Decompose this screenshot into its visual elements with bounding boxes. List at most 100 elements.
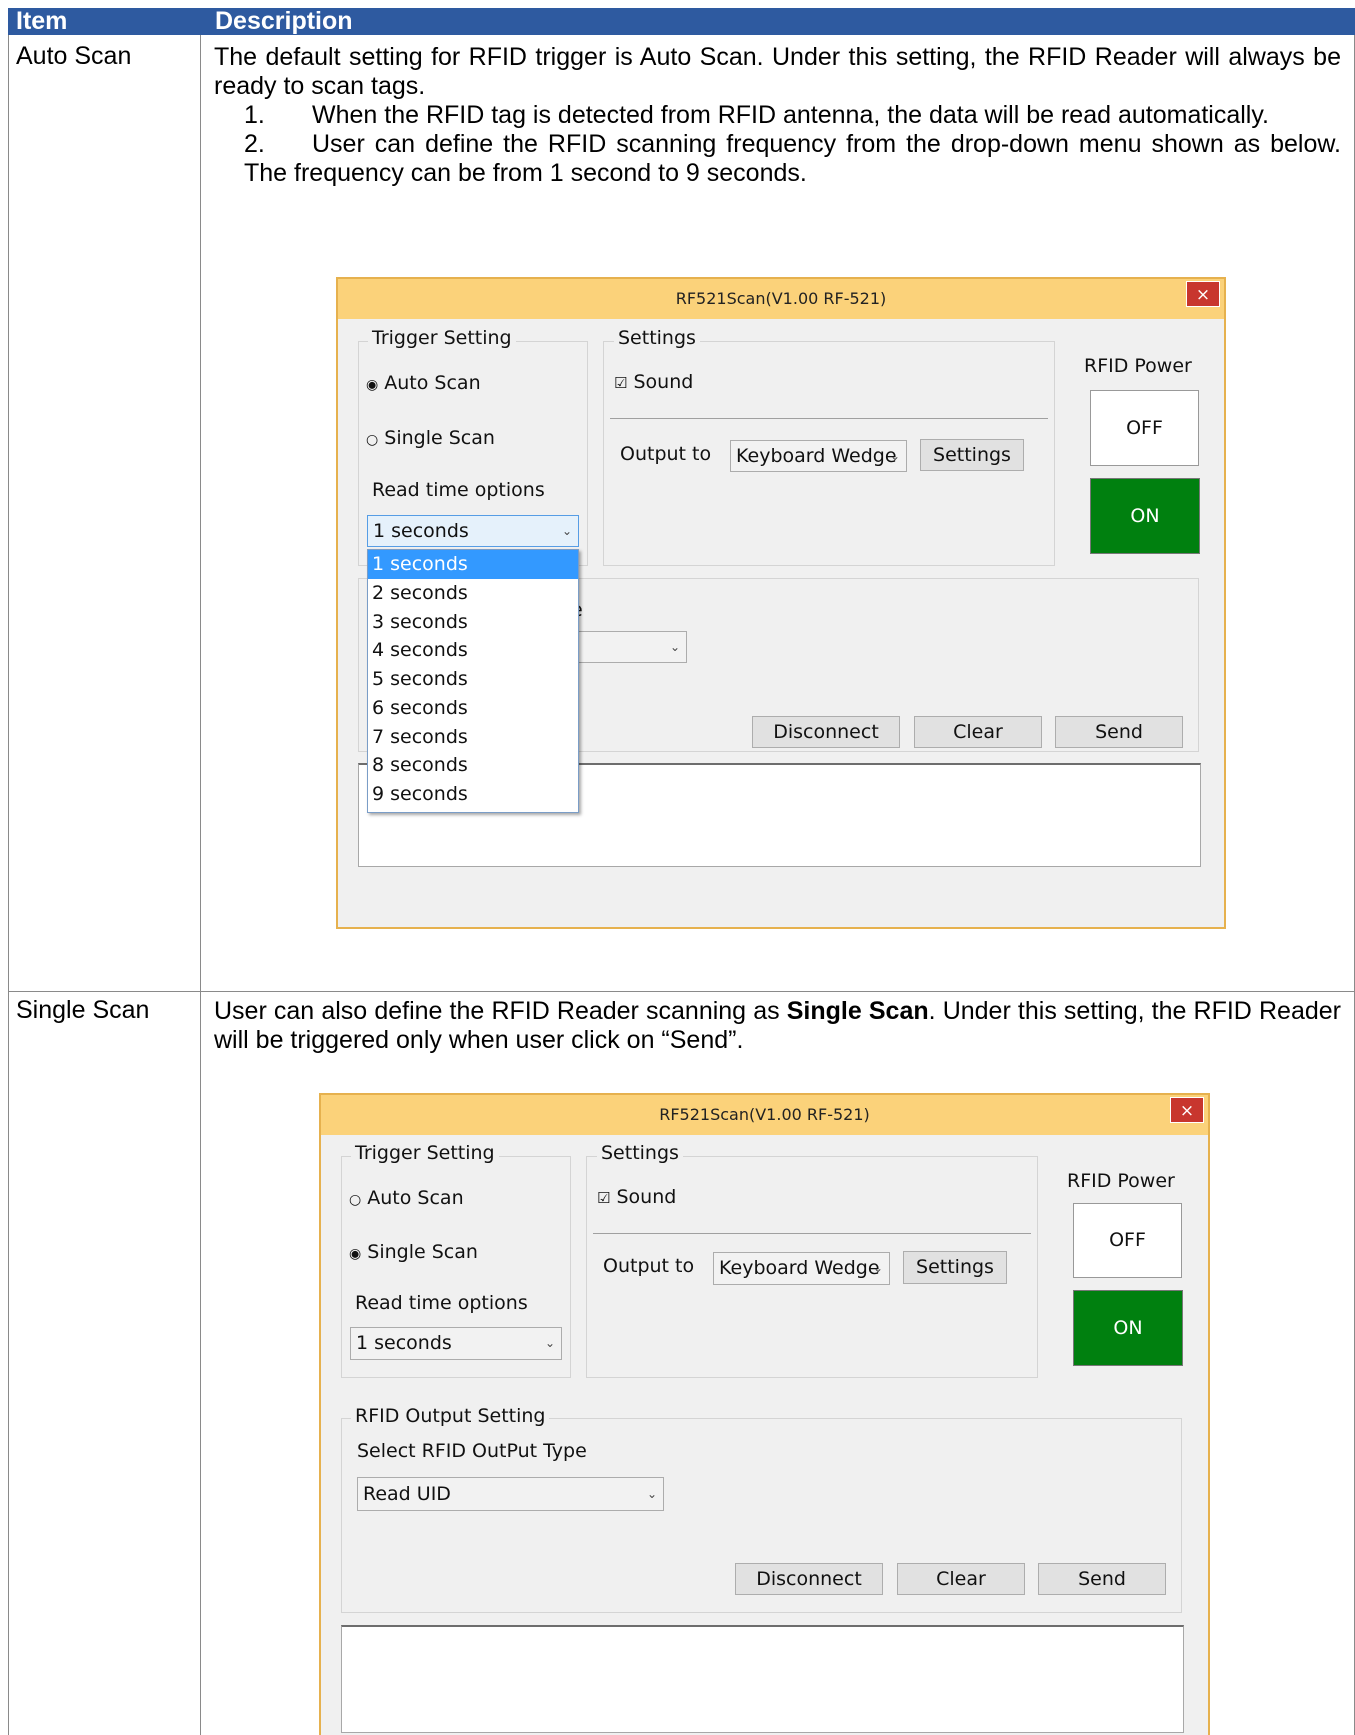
app-window-single-scan: RF521Scan(V1.00 RF-521) × Trigger Settin… [319,1093,1210,1735]
point-number: 2. [244,130,265,158]
sound-checkbox[interactable]: ☑ Sound [614,371,693,393]
header-description: Description [215,7,353,35]
table-row-divider [8,991,1355,992]
chevron-down-icon: ⌄ [646,1487,657,1501]
read-time-select[interactable]: 1 seconds ⌄ [367,515,579,547]
description-paragraph: The default setting for RFID trigger is … [214,43,1341,100]
checkbox-checked-icon: ☑ [614,374,628,392]
intro-text: User can also define the RFID Reader sca… [214,997,787,1025]
settings-button[interactable]: Settings [903,1251,1007,1284]
dropdown-option[interactable]: 9 seconds [368,780,578,809]
sound-label: Sound [633,371,694,393]
power-off-button[interactable]: OFF [1090,390,1199,466]
read-time-value: 1 seconds [356,1332,452,1354]
single-scan-label: Single Scan [384,427,495,449]
output-to-label: Output to [620,443,712,465]
output-to-select[interactable]: Keyboard Wedge ⌄ [730,440,907,472]
close-button[interactable]: × [1170,1097,1204,1123]
chevron-down-icon: ⌄ [544,1336,555,1350]
auto-scan-label: Auto Scan [367,1187,464,1209]
close-button[interactable]: × [1186,281,1220,307]
chevron-down-icon: ⌄ [561,524,572,538]
point-text: User can define the RFID scanning freque… [244,130,1341,187]
window-title: RF521Scan(V1.00 RF-521) [675,289,887,308]
divider [593,1233,1031,1234]
window-title: RF521Scan(V1.00 RF-521) [659,1105,870,1124]
radio-selected-icon: ◉ [366,377,379,393]
dropdown-option[interactable]: 1 seconds [368,550,578,579]
radio-empty-icon: ○ [349,1192,362,1208]
row-description-single-scan: User can also define the RFID Reader sca… [214,997,1341,1055]
title-bar: RF521Scan(V1.00 RF-521) [321,1095,1208,1135]
row-description-auto-scan: The default setting for RFID trigger is … [214,43,1341,188]
chevron-down-icon: ⌄ [889,449,900,463]
single-scan-label: Single Scan [367,1241,478,1263]
clear-button[interactable]: Clear [914,716,1042,748]
row-item-auto-scan: Auto Scan [16,42,132,70]
settings-button[interactable]: Settings [920,439,1024,471]
rfid-power-label: RFID Power [1067,1170,1175,1192]
output-type-label: Select RFID OutPut Type [357,1440,587,1462]
chevron-down-icon: ⌄ [669,640,680,654]
output-type-select[interactable]: Read UID ⌄ [357,1477,664,1511]
table-column-divider [200,35,201,1735]
output-to-value: Keyboard Wedge [719,1257,880,1279]
single-scan-radio[interactable]: ◉ Single Scan [349,1241,478,1263]
checkbox-checked-icon: ☑ [597,1189,611,1207]
output-to-select[interactable]: Keyboard Wedge ⌄ [713,1252,890,1285]
send-button[interactable]: Send [1038,1563,1166,1595]
trigger-setting-label: Trigger Setting [368,327,516,349]
settings-label: Settings [614,327,700,349]
read-time-dropdown-list[interactable]: 1 seconds 2 seconds 3 seconds 4 seconds … [367,549,579,813]
power-on-button[interactable]: ON [1090,478,1200,554]
output-type-value: Read UID [363,1483,451,1505]
chevron-down-icon: ⌄ [872,1261,883,1275]
auto-scan-label: Auto Scan [384,372,481,394]
app-window-auto-scan: RF521Scan(V1.00 RF-521) × Trigger Settin… [336,277,1226,929]
table-left-border [8,35,9,1735]
output-to-value: Keyboard Wedge [736,445,897,467]
dropdown-option[interactable]: 8 seconds [368,751,578,780]
dropdown-option[interactable]: 3 seconds [368,608,578,637]
power-on-button[interactable]: ON [1073,1290,1183,1366]
radio-empty-icon: ○ [366,432,379,448]
intro-bold-text: Single Scan [786,997,929,1025]
radio-selected-icon: ◉ [349,1246,362,1262]
sound-checkbox[interactable]: ☑ Sound [597,1186,676,1208]
row-item-single-scan: Single Scan [16,996,150,1024]
settings-label: Settings [597,1142,683,1164]
auto-scan-radio[interactable]: ○ Auto Scan [349,1187,464,1209]
power-off-button[interactable]: OFF [1073,1203,1182,1278]
dropdown-option[interactable]: 7 seconds [368,723,578,752]
description-paragraph: User can also define the RFID Reader sca… [214,997,1341,1055]
dropdown-option[interactable]: 4 seconds [368,636,578,665]
sound-label: Sound [616,1186,677,1208]
table-header: Item Description [8,8,1355,35]
dropdown-option[interactable]: 6 seconds [368,694,578,723]
numbered-point-1: 1. When the RFID tag is detected from RFI… [214,101,1341,130]
single-scan-radio[interactable]: ○ Single Scan [366,427,495,449]
auto-scan-radio[interactable]: ◉ Auto Scan [366,372,481,394]
output-textarea[interactable] [341,1625,1184,1733]
disconnect-button[interactable]: Disconnect [735,1563,883,1595]
header-item: Item [16,7,68,35]
rfid-power-label: RFID Power [1084,355,1192,377]
clear-button[interactable]: Clear [897,1563,1025,1595]
rfid-output-setting-label: RFID Output Setting [351,1405,550,1427]
read-time-select[interactable]: 1 seconds ⌄ [350,1327,562,1360]
point-text: When the RFID tag is detected from RFID … [312,101,1269,129]
read-time-label: Read time options [355,1292,528,1314]
document-page: Item Description Auto Scan The default s… [8,8,1355,1735]
dropdown-option[interactable]: 2 seconds [368,579,578,608]
send-button[interactable]: Send [1055,716,1183,748]
read-time-value: 1 seconds [373,520,469,542]
title-bar: RF521Scan(V1.00 RF-521) [338,279,1224,319]
disconnect-button[interactable]: Disconnect [752,716,900,748]
numbered-point-2: 2. User can define the RFID scanning freq… [214,130,1341,188]
dropdown-option[interactable]: 5 seconds [368,665,578,694]
divider [610,418,1048,419]
output-to-label: Output to [603,1255,695,1277]
point-number: 1. [244,101,265,129]
trigger-setting-label: Trigger Setting [351,1142,499,1164]
read-time-label: Read time options [372,479,545,501]
